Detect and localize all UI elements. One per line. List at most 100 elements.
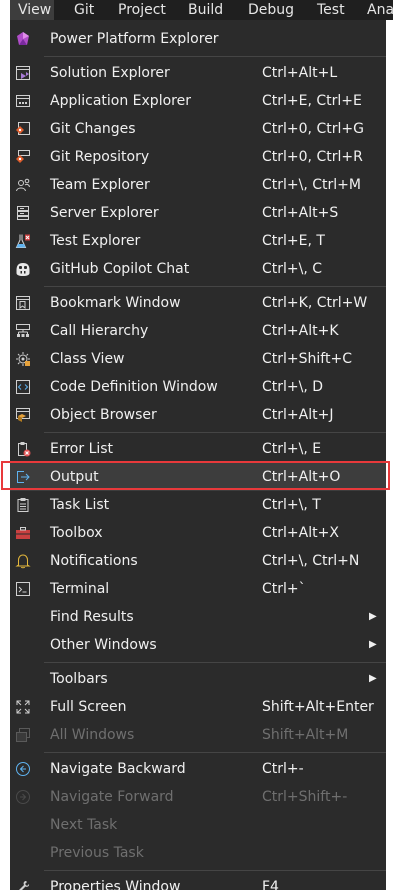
menu-item-git-changes[interactable]: Git Changes Ctrl+0, Ctrl+G xyxy=(10,115,386,143)
full-screen-icon xyxy=(15,699,31,715)
menu-item-shortcut: Ctrl+` xyxy=(262,581,306,597)
call-hierarchy-icon xyxy=(15,323,31,339)
menu-item-label: Terminal xyxy=(50,581,110,597)
menubar-build[interactable]: Build xyxy=(176,0,230,20)
all-windows-icon xyxy=(15,727,31,743)
menu-item-shortcut: Ctrl+Alt+S xyxy=(262,205,339,221)
toolbox-icon xyxy=(15,525,31,541)
menubar-label: Git xyxy=(74,2,95,18)
view-menu: Power Platform Explorer Solution Explore… xyxy=(10,20,386,890)
menu-item-label: Class View xyxy=(50,351,125,367)
menu-item-call-hierarchy[interactable]: Call Hierarchy Ctrl+Alt+K xyxy=(10,317,386,345)
test-explorer-icon xyxy=(15,233,31,249)
copilot-icon xyxy=(15,261,31,277)
menu-item-task-list[interactable]: Task List Ctrl+\, T xyxy=(10,491,386,519)
menu-item-properties-window[interactable]: Properties Window F4 xyxy=(10,873,386,890)
menu-item-test-explorer[interactable]: Test Explorer Ctrl+E, T xyxy=(10,227,386,255)
menu-item-solution-explorer[interactable]: Solution Explorer Ctrl+Alt+L xyxy=(10,59,386,87)
menu-item-label: Git Changes xyxy=(50,121,136,137)
menu-item-find-results[interactable]: Find Results ▶ xyxy=(10,603,386,631)
menu-item-label: Test Explorer xyxy=(50,233,141,249)
menubar-git[interactable]: Git xyxy=(64,0,104,20)
menu-item-shortcut: Ctrl+Alt+L xyxy=(262,65,338,81)
git-changes-icon xyxy=(15,121,31,137)
menu-item-shortcut: Ctrl+\, E xyxy=(262,441,322,457)
menu-item-class-view[interactable]: Class View Ctrl+Shift+C xyxy=(10,345,386,373)
navigate-forward-icon xyxy=(15,789,31,805)
menubar-label: Test xyxy=(317,2,345,18)
menu-item-shortcut: Ctrl+\, Ctrl+N xyxy=(262,553,360,569)
menu-item-shortcut: Ctrl+Shift+C xyxy=(262,351,352,367)
git-repository-icon xyxy=(15,149,31,165)
menu-item-next-task: Next Task xyxy=(10,811,386,839)
menu-item-label: Error List xyxy=(50,441,114,457)
menu-item-object-browser[interactable]: Object Browser Ctrl+Alt+J xyxy=(10,401,386,429)
menu-item-shortcut: Ctrl+- xyxy=(262,761,304,777)
menu-item-terminal[interactable]: Terminal Ctrl+` xyxy=(10,575,386,603)
menubar-view[interactable]: View xyxy=(10,0,54,20)
menu-item-label: Toolbox xyxy=(50,525,103,541)
menubar-debug[interactable]: Debug xyxy=(238,0,298,20)
menu-item-team-explorer[interactable]: Team Explorer Ctrl+\, Ctrl+M xyxy=(10,171,386,199)
menu-item-application-explorer[interactable]: Application Explorer Ctrl+E, Ctrl+E xyxy=(10,87,386,115)
menu-item-shortcut: Ctrl+Shift+- xyxy=(262,789,348,805)
submenu-arrow-icon: ▶ xyxy=(369,673,377,684)
team-explorer-icon xyxy=(15,177,31,193)
bookmark-window-icon xyxy=(15,295,31,311)
menu-item-bookmark-window[interactable]: Bookmark Window Ctrl+K, Ctrl+W xyxy=(10,289,386,317)
menu-item-label: Previous Task xyxy=(50,845,144,861)
menu-item-power-platform-explorer[interactable]: Power Platform Explorer xyxy=(10,25,386,53)
menubar-label: Ana xyxy=(367,2,393,18)
menubar-label: Project xyxy=(118,2,166,18)
selection-highlight-box xyxy=(1,461,390,490)
error-list-icon xyxy=(15,441,31,457)
menu-item-label: Application Explorer xyxy=(50,93,191,109)
menu-bar: View Git Project Build Debug Test Ana xyxy=(10,0,393,20)
menu-item-label: Code Definition Window xyxy=(50,379,218,395)
menu-separator xyxy=(44,286,386,287)
menu-item-toolbars[interactable]: Toolbars ▶ xyxy=(10,665,386,693)
object-browser-icon xyxy=(15,407,31,423)
menu-separator xyxy=(44,56,386,57)
menu-item-previous-task: Previous Task xyxy=(10,839,386,867)
menu-item-label: Other Windows xyxy=(50,637,157,653)
menu-item-shortcut: F4 xyxy=(262,879,279,890)
menu-item-error-list[interactable]: Error List Ctrl+\, E xyxy=(10,435,386,463)
menu-item-toolbox[interactable]: Toolbox Ctrl+Alt+X xyxy=(10,519,386,547)
menu-item-notifications[interactable]: Notifications Ctrl+\, Ctrl+N xyxy=(10,547,386,575)
menu-item-label: Properties Window xyxy=(50,879,181,890)
menu-item-label: Power Platform Explorer xyxy=(50,31,219,47)
menubar-analyze[interactable]: Ana xyxy=(360,0,393,20)
class-view-icon xyxy=(15,351,31,367)
menu-item-full-screen[interactable]: Full Screen Shift+Alt+Enter xyxy=(10,693,386,721)
menu-item-git-repository[interactable]: Git Repository Ctrl+0, Ctrl+R xyxy=(10,143,386,171)
menu-item-all-windows: All Windows Shift+Alt+M xyxy=(10,721,386,749)
menu-item-shortcut: Ctrl+K, Ctrl+W xyxy=(262,295,368,311)
menu-item-shortcut: Ctrl+E, T xyxy=(262,233,325,249)
menu-item-navigate-backward[interactable]: Navigate Backward Ctrl+- xyxy=(10,755,386,783)
menu-item-server-explorer[interactable]: Server Explorer Ctrl+Alt+S xyxy=(10,199,386,227)
terminal-icon xyxy=(15,581,31,597)
menu-item-label: Toolbars xyxy=(50,671,108,687)
menu-item-label: Notifications xyxy=(50,553,138,569)
menu-item-label: Navigate Forward xyxy=(50,789,174,805)
task-list-icon xyxy=(15,497,31,513)
menu-item-navigate-forward: Navigate Forward Ctrl+Shift+- xyxy=(10,783,386,811)
menu-item-label: Object Browser xyxy=(50,407,157,423)
menu-item-shortcut: Ctrl+\, C xyxy=(262,261,323,277)
menu-item-github-copilot-chat[interactable]: GitHub Copilot Chat Ctrl+\, C xyxy=(10,255,386,283)
menu-item-label: Call Hierarchy xyxy=(50,323,149,339)
menu-item-code-definition-window[interactable]: Code Definition Window Ctrl+\, D xyxy=(10,373,386,401)
menu-item-shortcut: Ctrl+Alt+K xyxy=(262,323,339,339)
menu-item-other-windows[interactable]: Other Windows ▶ xyxy=(10,631,386,659)
menu-separator xyxy=(44,870,386,871)
menubar-label: View xyxy=(18,2,52,18)
menubar-test[interactable]: Test xyxy=(306,0,354,20)
menu-item-shortcut: Ctrl+Alt+X xyxy=(262,525,339,541)
menu-item-shortcut: Shift+Alt+M xyxy=(262,727,349,743)
menu-item-shortcut: Ctrl+0, Ctrl+R xyxy=(262,149,363,165)
menu-item-label: Server Explorer xyxy=(50,205,159,221)
menubar-label: Build xyxy=(188,2,224,18)
menubar-project[interactable]: Project xyxy=(106,0,172,20)
menu-item-label: Git Repository xyxy=(50,149,150,165)
